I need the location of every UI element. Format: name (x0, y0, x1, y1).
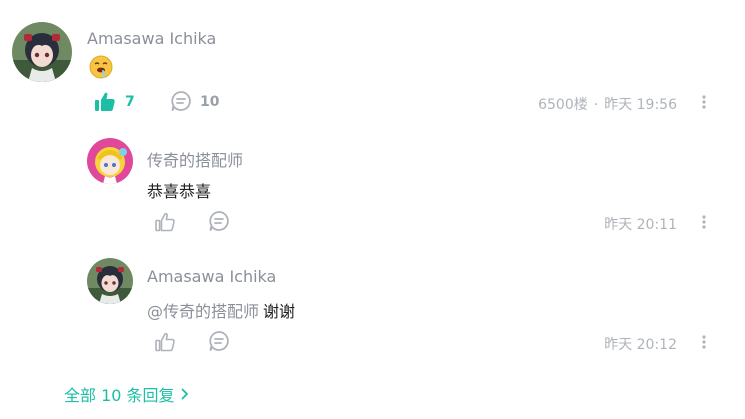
comment-bubble-icon (171, 91, 191, 111)
reply-count: 10 (200, 94, 220, 110)
reply-username[interactable]: 传奇的搭配师 (147, 147, 243, 171)
avatar[interactable] (12, 22, 72, 82)
comment-meta: 6500楼 · 昨天 19:56 (538, 94, 677, 114)
thumbs-up-outline-icon (155, 213, 175, 232)
like-count: 7 (125, 94, 135, 110)
reply-button[interactable] (170, 90, 192, 112)
thumbs-up-outline-icon (155, 333, 175, 352)
more-options-button[interactable] (696, 332, 712, 352)
like-button[interactable] (154, 211, 176, 233)
reply-time: 昨天 20:11 (604, 217, 677, 233)
more-vertical-icon (702, 95, 706, 109)
reply-button[interactable] (208, 330, 230, 352)
reply-content: @传奇的搭配师 谢谢 (147, 298, 295, 322)
reply-time: 昨天 20:12 (604, 337, 677, 353)
drooling-face-emoji-icon (89, 55, 113, 79)
reply-text: 谢谢 (263, 302, 296, 321)
comment-time: 昨天 19:56 (604, 97, 677, 113)
reply-button[interactable] (208, 210, 230, 232)
view-all-replies-label: 全部 10 条回复 (64, 386, 175, 405)
mention-link[interactable]: @传奇的搭配师 (147, 302, 259, 321)
more-vertical-icon (702, 215, 706, 229)
view-all-replies-link[interactable]: 全部 10 条回复 (64, 382, 189, 406)
more-options-button[interactable] (696, 92, 712, 112)
more-options-button[interactable] (696, 212, 712, 232)
floor-number: 6500楼 (538, 97, 588, 113)
comment-bubble-icon (209, 331, 229, 351)
reply-username[interactable]: Amasawa Ichika (147, 267, 276, 286)
comment-username[interactable]: Amasawa Ichika (87, 29, 216, 48)
like-button[interactable] (93, 90, 117, 114)
more-vertical-icon (702, 335, 706, 349)
avatar[interactable] (87, 258, 133, 304)
avatar[interactable] (87, 138, 133, 184)
like-button[interactable] (154, 331, 176, 353)
chevron-right-icon (181, 388, 189, 400)
reply-text: 恭喜恭喜 (147, 182, 212, 201)
comment-bubble-icon (209, 211, 229, 231)
meta-separator: · (593, 97, 599, 113)
thumbs-up-filled-icon (95, 92, 115, 111)
